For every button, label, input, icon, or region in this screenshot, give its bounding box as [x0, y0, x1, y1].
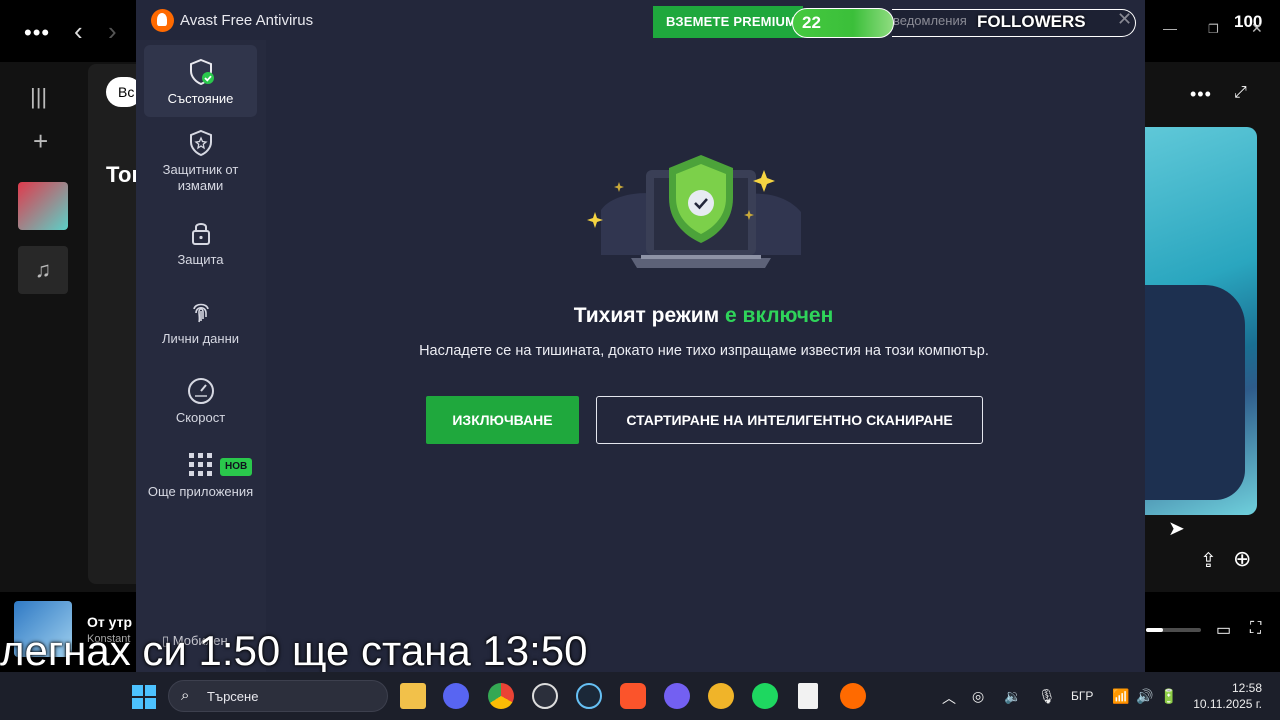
expand-icon[interactable]: ⤢ [1234, 84, 1247, 102]
shield-check-icon [189, 58, 214, 86]
maximize-icon[interactable]: ❐ [1208, 22, 1219, 36]
mouse-cursor-icon: ➤ [1168, 518, 1185, 540]
nav-performance-label: Скорост [175, 410, 226, 425]
discord-icon[interactable] [443, 683, 469, 709]
turn-off-button[interactable]: ИЗКЛЮЧВАНЕ [426, 396, 579, 444]
followers-progress: 22 [792, 8, 894, 38]
spotify-icon[interactable] [752, 683, 778, 709]
shield-star-icon [189, 129, 212, 157]
headline-prefix: Тихият режим [573, 304, 720, 327]
avast-logo-icon [151, 9, 174, 32]
nav-privacy-label: Лични данни [161, 331, 240, 346]
obs-icon[interactable] [532, 683, 558, 709]
battery-icon[interactable]: 🔋 [1160, 688, 1177, 705]
fullscreen-icon[interactable]: ⛶ [1250, 620, 1261, 638]
nav-protection[interactable]: Защита [144, 218, 257, 268]
library-icon[interactable]: ||| [30, 84, 47, 110]
clock-time[interactable]: 12:58 [1212, 681, 1262, 695]
forward-arrow-icon[interactable]: › [108, 16, 117, 47]
spotify-menu-icon[interactable]: ••• [24, 20, 50, 46]
sync-icon[interactable]: ◎ [972, 688, 984, 705]
file-explorer-icon[interactable] [400, 683, 426, 709]
lock-icon [191, 223, 210, 245]
viber-icon[interactable] [664, 683, 690, 709]
search-icon: ⌕ [181, 687, 190, 704]
notepad-icon[interactable] [798, 683, 818, 709]
nav-more-apps-label: Още приложения [147, 484, 254, 499]
clock-date[interactable]: 10.11.2025 г. [1190, 697, 1262, 711]
speedometer-icon [187, 378, 214, 404]
back-arrow-icon[interactable]: ‹ [74, 16, 83, 47]
brave-icon[interactable] [620, 683, 646, 709]
nav-protection-label: Защита [177, 252, 224, 267]
wifi-icon[interactable]: 📶 [1112, 688, 1129, 705]
fingerprint-icon [192, 303, 209, 323]
status-description: Насладете се на тишината, докато ние тих… [419, 343, 989, 359]
sidebar: Състояние Защитник от измами Защита Личн… [136, 40, 266, 672]
taskbar-search-box[interactable]: ⌕ Търсене [168, 680, 388, 712]
steam-icon[interactable] [576, 683, 602, 709]
nav-scam-guardian[interactable]: Защитник от измами [144, 128, 257, 196]
chrome-icon[interactable] [488, 683, 514, 709]
new-badge: НОВ [220, 458, 253, 476]
volume-fill [1146, 628, 1163, 632]
miniplayer-icon[interactable]: ▭ [1216, 620, 1231, 640]
search-placeholder: Търсене [207, 689, 259, 704]
window-close-icon[interactable]: ✕ [1251, 20, 1263, 37]
avast-window: Avast Free Antivirus ВЗЕМЕТЕ PREMIUM вед… [136, 0, 1145, 672]
get-premium-button[interactable]: ВЗЕМЕТЕ PREMIUM [653, 6, 803, 38]
stream-caption: легнах си 1:50 ще стана 13:50 [0, 627, 588, 674]
avast-taskbar-icon[interactable] [840, 683, 866, 709]
followers-label: FOLLOWERS [977, 12, 1086, 31]
share-icon[interactable]: ⇪ [1200, 548, 1217, 573]
followers-count: 22 [802, 13, 821, 32]
more-options-icon[interactable]: ••• [1190, 84, 1212, 105]
speaker-icon[interactable]: 🔊 [1136, 688, 1153, 705]
nav-scam-guardian-label: Защитник от измами [162, 162, 239, 193]
silent-mode-illustration [587, 155, 801, 268]
windows-start-icon[interactable] [132, 685, 156, 709]
language-indicator[interactable]: БГР [1071, 689, 1093, 703]
minimize-icon[interactable]: — [1163, 20, 1177, 36]
nav-privacy[interactable]: Лични данни [144, 297, 257, 347]
status-headline: Тихият режим е включен [476, 304, 931, 328]
nav-status[interactable]: Състояние [144, 45, 257, 117]
nav-more-apps[interactable]: НОВ Още приложения [144, 450, 257, 516]
volume-icon[interactable]: 🔉 [1004, 688, 1021, 705]
nav-status-label: Състояние [167, 91, 234, 106]
headline-status: е включен [725, 304, 834, 327]
video-figure [1145, 285, 1245, 500]
coin-app-icon[interactable] [708, 683, 734, 709]
tray-overflow-icon[interactable]: ︿ [942, 688, 956, 708]
library-playlist-thumbnail[interactable] [18, 182, 68, 230]
grid-icon [188, 453, 212, 476]
create-playlist-icon[interactable]: + [33, 126, 48, 157]
window-title: Avast Free Antivirus [180, 12, 314, 29]
add-circle-icon[interactable]: ⊕ [1233, 546, 1251, 572]
microphone-icon[interactable]: 🎙 [1038, 688, 1056, 705]
smart-scan-button[interactable]: СТАРТИРАНЕ НА ИНТЕЛИГЕНТНО СКАНИРАНЕ [596, 396, 983, 444]
volume-slider[interactable] [1146, 628, 1201, 632]
nav-performance[interactable]: Скорост [144, 376, 257, 426]
music-note-icon[interactable]: ♫ [18, 246, 68, 294]
